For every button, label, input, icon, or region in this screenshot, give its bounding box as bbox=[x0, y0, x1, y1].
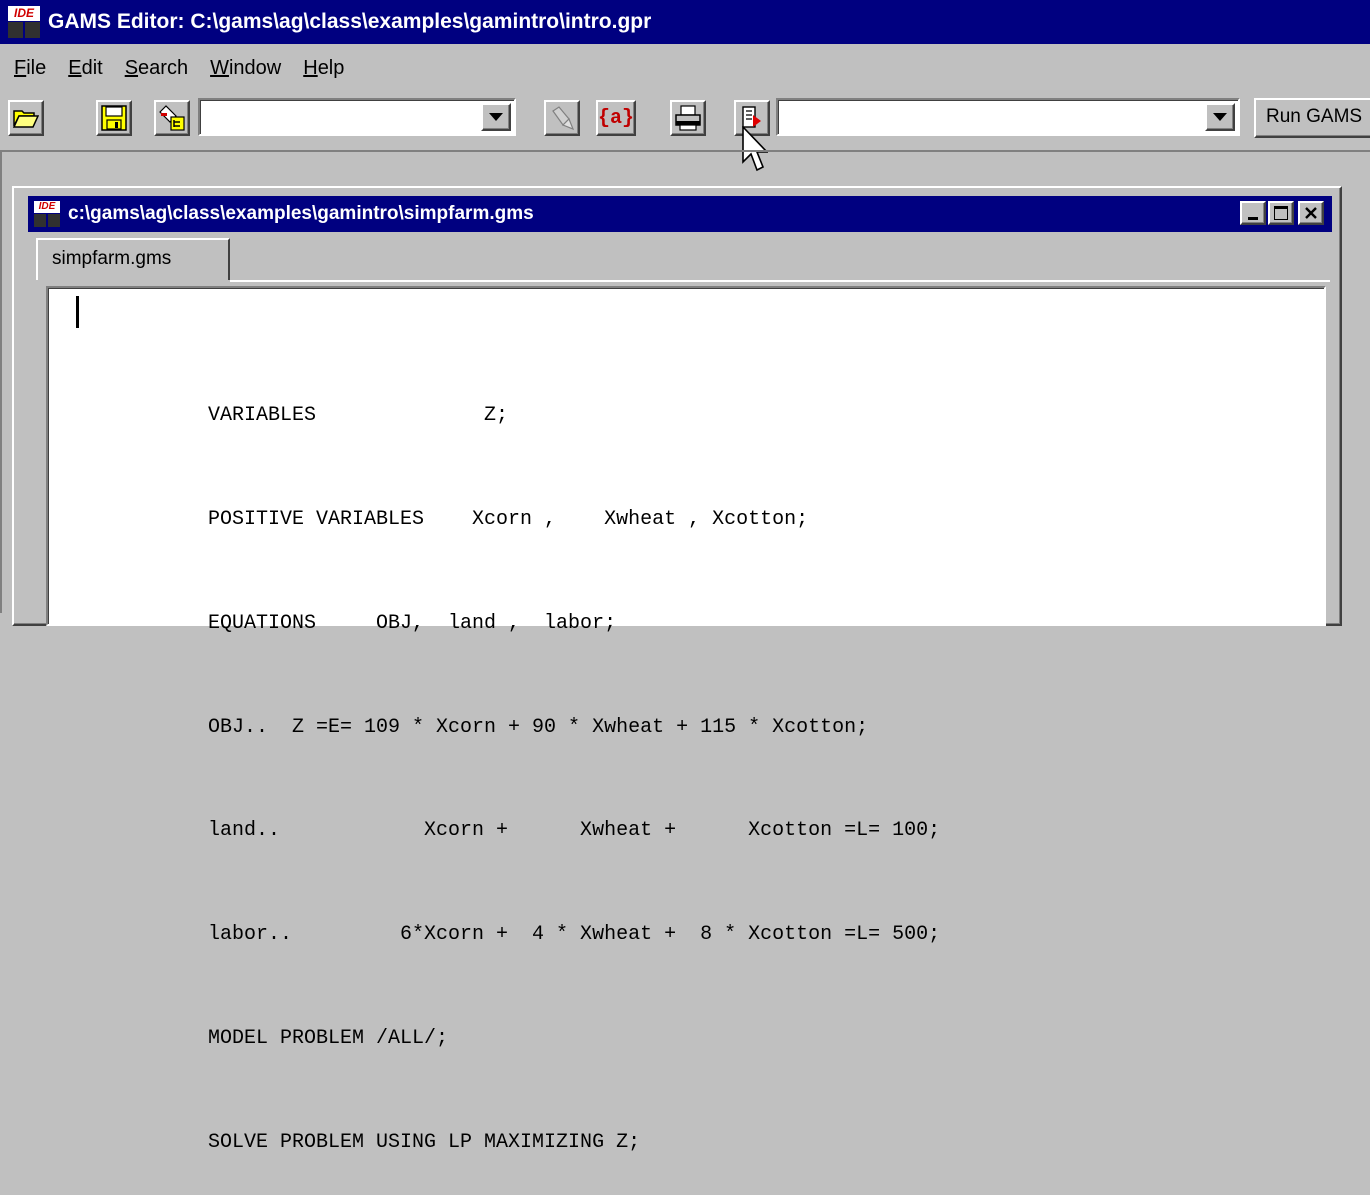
project-button[interactable] bbox=[154, 100, 190, 136]
document-title-bar[interactable]: IDE c:\gams\ag\class\examples\gamintro\s… bbox=[28, 196, 1332, 232]
close-icon bbox=[1305, 207, 1317, 219]
menu-edit[interactable]: Edit bbox=[68, 57, 102, 80]
menu-file[interactable]: File bbox=[14, 57, 46, 80]
code-line: POSITIVE VARIABLES Xcorn , Xwheat , Xcot… bbox=[208, 507, 809, 531]
code-line: labor.. 6*Xcorn + 4 * Xwheat + 8 * Xcott… bbox=[208, 923, 941, 947]
tab-simpfarm[interactable]: simpfarm.gms bbox=[36, 238, 230, 280]
maximize-icon bbox=[1274, 206, 1288, 220]
save-button[interactable] bbox=[96, 100, 132, 136]
minimize-icon bbox=[1248, 216, 1258, 220]
menu-window[interactable]: Window bbox=[210, 57, 281, 80]
code-line: land.. Xcorn + Xwheat + Xcotton =L= 100; bbox=[208, 819, 941, 843]
code-content: VARIABLES Z; POSITIVE VARIABLES Xcorn , … bbox=[208, 330, 940, 1195]
ide-logo-icon[interactable]: IDE bbox=[8, 6, 40, 38]
matching-paren-button[interactable]: {a} bbox=[596, 100, 636, 136]
run-gams-button[interactable]: Run GAMS bbox=[1254, 98, 1370, 138]
search-combo-dropdown-button[interactable] bbox=[481, 103, 511, 131]
search-combo[interactable] bbox=[198, 98, 516, 136]
printer-icon bbox=[675, 105, 701, 131]
app-title-bar[interactable]: IDE GAMS Editor: C:\gams\ag\class\exampl… bbox=[0, 0, 1370, 44]
flashlight-icon bbox=[552, 106, 575, 131]
folder-open-icon bbox=[13, 110, 39, 128]
text-caret bbox=[76, 296, 79, 328]
chevron-down-icon bbox=[1213, 113, 1227, 121]
minimize-button[interactable] bbox=[1240, 201, 1266, 225]
matching-paren-label: {a} bbox=[598, 106, 635, 130]
menu-help[interactable]: Help bbox=[303, 57, 344, 80]
code-line: VARIABLES Z; bbox=[208, 404, 509, 428]
document-title: c:\gams\ag\class\examples\gamintro\simpf… bbox=[68, 203, 534, 224]
open-button[interactable] bbox=[8, 100, 44, 136]
menu-bar: File Edit Search Window Help bbox=[0, 48, 352, 88]
model-combo[interactable] bbox=[776, 98, 1240, 136]
chevron-down-icon bbox=[489, 113, 503, 121]
app-title: GAMS Editor: C:\gams\ag\class\examples\g… bbox=[48, 10, 652, 33]
code-line: OBJ.. Z =E= 109 * Xcorn + 90 * Xwheat + … bbox=[208, 715, 869, 739]
code-line: SOLVE PROBLEM USING LP MAXIMIZING Z; bbox=[208, 1130, 641, 1154]
ide-logo-text: IDE bbox=[8, 6, 40, 21]
menu-search[interactable]: Search bbox=[125, 57, 188, 80]
find-button[interactable] bbox=[544, 100, 580, 136]
ide-logo-icon[interactable]: IDE bbox=[34, 201, 60, 227]
print-button[interactable] bbox=[670, 100, 706, 136]
toolbar: {a} Run GAMS bbox=[0, 94, 1370, 148]
model-combo-dropdown-button[interactable] bbox=[1205, 103, 1235, 131]
code-line: EQUATIONS OBJ, land , labor; bbox=[208, 611, 617, 635]
project-tree-icon bbox=[159, 105, 185, 131]
code-line: MODEL PROBLEM /ALL/; bbox=[208, 1026, 449, 1050]
maximize-button[interactable] bbox=[1268, 201, 1294, 225]
floppy-disk-icon bbox=[101, 105, 127, 131]
close-button[interactable] bbox=[1298, 201, 1324, 225]
